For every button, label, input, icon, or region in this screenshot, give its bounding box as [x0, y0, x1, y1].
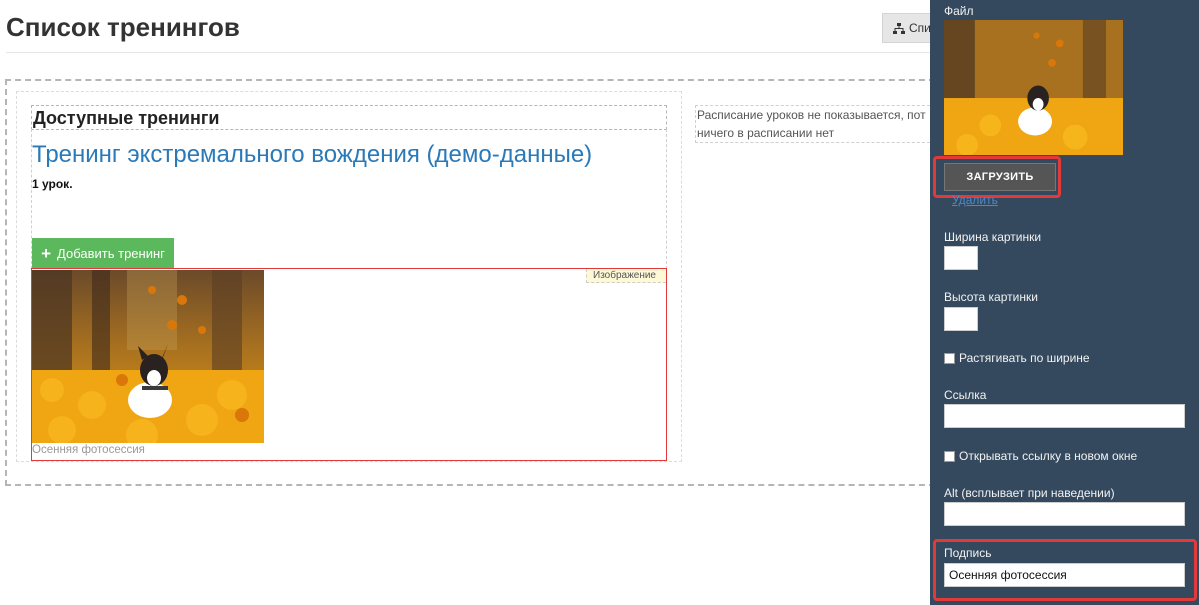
caption-input[interactable]	[944, 563, 1185, 587]
image-height-input[interactable]	[944, 307, 978, 331]
alt-input[interactable]	[944, 502, 1185, 526]
image-caption: Осенняя фотосессия	[32, 444, 145, 456]
upload-button[interactable]: ЗАГРУЗИТЬ	[944, 163, 1056, 191]
delete-file-link[interactable]: Удалить	[952, 193, 998, 207]
autumn-dog-photo	[32, 270, 264, 443]
plus-icon: +	[41, 244, 52, 263]
alt-label: Alt (всплывает при наведении)	[944, 486, 1115, 500]
link-input[interactable]	[944, 404, 1185, 428]
section-heading: Доступные тренинги	[33, 108, 220, 128]
schedule-text-line-1: Расписание уроков не показывается, пот	[697, 108, 926, 122]
add-training-label: Добавить тренинг	[57, 246, 165, 261]
add-training-button[interactable]: + Добавить тренинг	[32, 238, 174, 269]
lesson-count: 1 урок.	[32, 177, 73, 191]
new-window-option[interactable]: Открывать ссылку в новом окне	[944, 449, 1137, 463]
image-width-input[interactable]	[944, 246, 978, 270]
title-divider	[6, 52, 930, 53]
image-height-label: Высота картинки	[944, 290, 1038, 304]
new-window-checkbox[interactable]	[944, 450, 955, 462]
schedule-block[interactable]: Расписание уроков не показывается, пот н…	[695, 105, 935, 143]
caption-label: Подпись	[944, 546, 992, 560]
image-block-tag: Изображение	[586, 269, 666, 283]
stretch-option[interactable]: Растягивать по ширине	[944, 351, 1090, 365]
new-window-label: Открывать ссылку в новом окне	[959, 449, 1138, 463]
stretch-checkbox[interactable]	[944, 352, 955, 364]
page-title: Список тренингов	[6, 12, 240, 42]
link-label: Ссылка	[944, 388, 987, 402]
section-heading-block[interactable]: Доступные тренинги	[31, 105, 667, 130]
block-settings-panel: Файл ЗАГРУЗИТЬ Удалить Ширина картинки В…	[930, 0, 1199, 605]
image-width-label: Ширина картинки	[944, 230, 1042, 244]
training-title-link[interactable]: Тренинг экстремального вождения (демо-да…	[32, 141, 592, 169]
schedule-text-line-2: ничего в расписании нет	[697, 126, 835, 140]
sitemap-icon	[893, 22, 905, 34]
stretch-label: Растягивать по ширине	[959, 351, 1090, 365]
structure-button-label: Спи	[909, 21, 931, 35]
file-label: Файл	[944, 4, 974, 18]
file-thumbnail	[944, 20, 1123, 155]
